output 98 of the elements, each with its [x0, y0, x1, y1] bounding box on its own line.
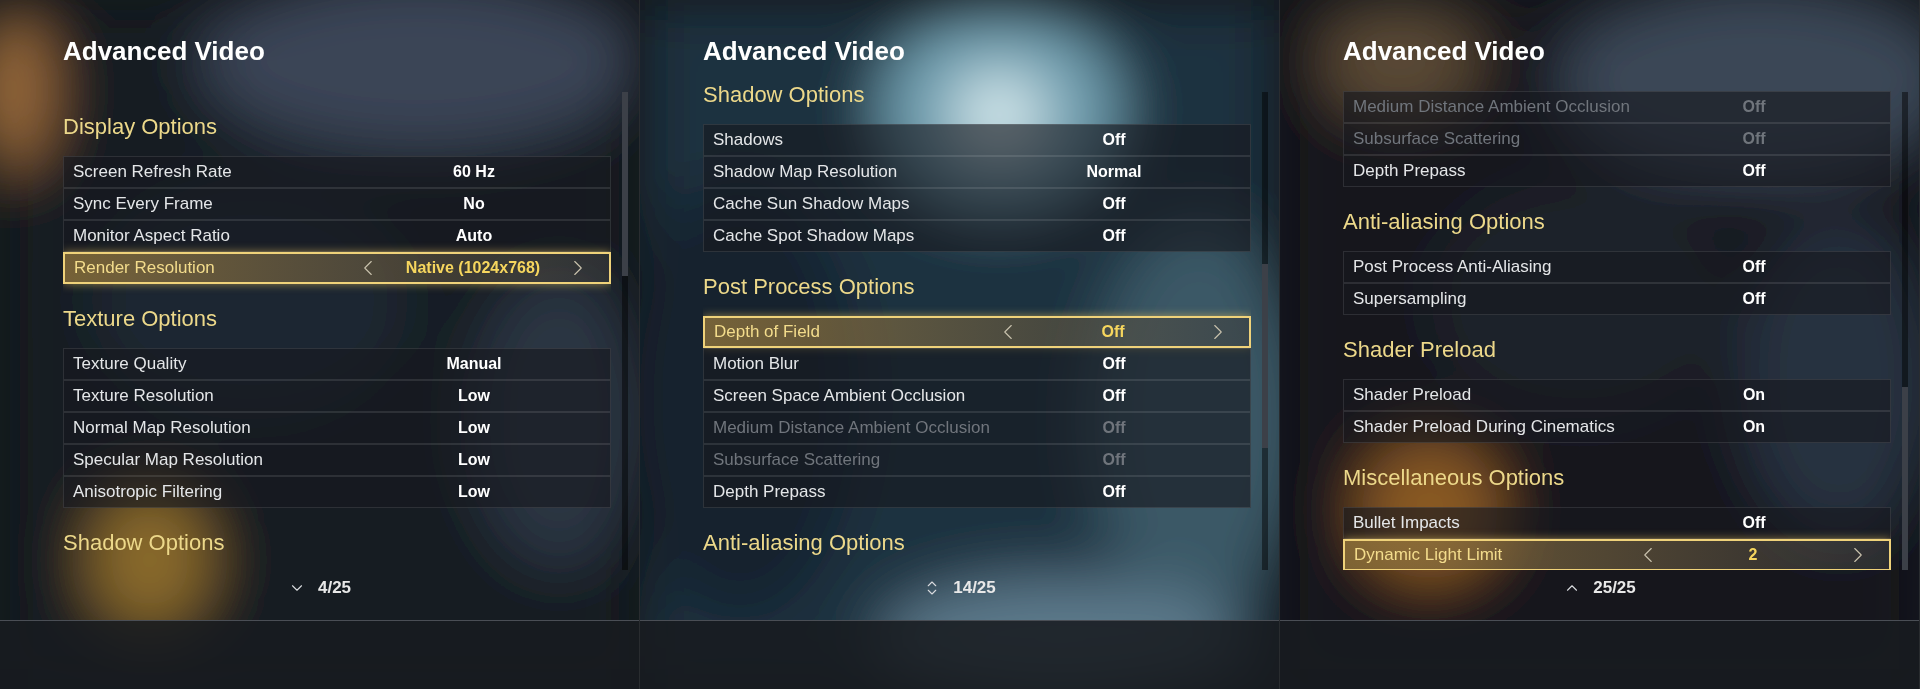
section-header: Shadow Options: [63, 530, 225, 555]
setting-value: 2: [1748, 545, 1758, 565]
section-header: Anti-aliasing Options: [1343, 209, 1545, 234]
setting-value: No: [463, 194, 485, 214]
setting-row[interactable]: Depth Prepass Off: [1343, 155, 1891, 187]
setting-value: Off: [1742, 289, 1766, 309]
setting-label: Anisotropic Filtering: [72, 481, 224, 504]
setting-value: Off: [1102, 130, 1126, 150]
setting-value: On: [1742, 385, 1766, 405]
setting-row[interactable]: Shader Preload On: [1343, 379, 1891, 411]
setting-label: Monitor Aspect Ratio: [72, 225, 231, 248]
scrollbar-thumb[interactable]: [1262, 264, 1268, 448]
setting-value: Off: [1101, 322, 1125, 342]
setting-value: Off: [1102, 450, 1126, 470]
setting-value: Native (1024x768): [405, 258, 541, 278]
setting-row[interactable]: Dynamic Light Limit 2: [1343, 539, 1891, 570]
setting-value: Off: [1102, 354, 1126, 374]
setting-row[interactable]: Normal Map Resolution Low: [63, 412, 611, 444]
setting-label: Normal Map Resolution: [72, 417, 252, 440]
section-header: Texture Options: [63, 306, 218, 331]
setting-row[interactable]: Screen Space Ambient Occlusion Off: [703, 380, 1251, 412]
page-title: Advanced Video: [1343, 36, 1545, 66]
setting-value: Off: [1102, 418, 1126, 438]
section-header: Anti-aliasing Options: [703, 530, 905, 555]
setting-label: Texture Quality: [72, 353, 188, 376]
setting-value: Off: [1742, 97, 1766, 117]
setting-label: Shadows: [712, 129, 784, 152]
setting-label: Screen Refresh Rate: [72, 161, 233, 184]
setting-label: Medium Distance Ambient Occlusion: [712, 417, 991, 440]
section-header: Display Options: [63, 114, 218, 139]
section-header: Shader Preload: [1343, 337, 1496, 362]
setting-row[interactable]: Post Process Anti-Aliasing Off: [1343, 251, 1891, 283]
setting-row[interactable]: Anisotropic Filtering Low: [63, 476, 611, 508]
page-counter: 14/25: [953, 577, 996, 600]
setting-row[interactable]: Cache Spot Shadow Maps Off: [703, 220, 1251, 252]
page-counter: 25/25: [1593, 577, 1636, 600]
setting-label: Shader Preload: [1352, 384, 1473, 407]
setting-label: Cache Sun Shadow Maps: [712, 193, 911, 216]
page-counter: 4/25: [317, 577, 352, 600]
section-header: Shadow Options: [703, 82, 865, 107]
setting-label: Post Process Anti-Aliasing: [1352, 256, 1553, 279]
setting-value: Low: [458, 482, 490, 502]
setting-label: Screen Space Ambient Occlusion: [712, 385, 967, 408]
setting-value: Normal: [1086, 162, 1142, 182]
setting-label: Cache Spot Shadow Maps: [712, 225, 916, 248]
setting-label: Subsurface Scattering: [1352, 128, 1522, 151]
setting-value: On: [1742, 417, 1766, 437]
setting-value: Off: [1102, 194, 1126, 214]
scrollbar-thumb[interactable]: [622, 92, 628, 276]
setting-row[interactable]: Specular Map Resolution Low: [63, 444, 611, 476]
setting-label: Texture Resolution: [72, 385, 215, 408]
setting-value: Low: [458, 450, 490, 470]
section-header: Miscellaneous Options: [1343, 465, 1565, 490]
section-header: Post Process Options: [703, 274, 915, 299]
setting-label: Shader Preload During Cinematics: [1352, 416, 1616, 439]
setting-label: Shadow Map Resolution: [712, 161, 899, 184]
setting-value: Off: [1102, 226, 1126, 246]
setting-label: Supersampling: [1352, 288, 1468, 311]
setting-label: Depth Prepass: [1352, 160, 1467, 183]
setting-label: Depth Prepass: [712, 481, 827, 504]
setting-value: 60 Hz: [453, 162, 495, 182]
setting-value: Auto: [455, 226, 493, 246]
setting-row[interactable]: Shader Preload During Cinematics On: [1343, 411, 1891, 443]
setting-row[interactable]: Shadow Map Resolution Normal: [703, 156, 1251, 188]
setting-value: Off: [1742, 129, 1766, 149]
setting-label: Specular Map Resolution: [72, 449, 264, 472]
setting-row[interactable]: Texture Resolution Low: [63, 380, 611, 412]
setting-value: Off: [1102, 482, 1126, 502]
setting-row[interactable]: Cache Sun Shadow Maps Off: [703, 188, 1251, 220]
setting-row[interactable]: Screen Refresh Rate 60 Hz: [63, 156, 611, 188]
setting-row[interactable]: Shadows Off: [703, 124, 1251, 156]
setting-row[interactable]: Supersampling Off: [1343, 283, 1891, 315]
setting-row[interactable]: Render Resolution Native (1024x768): [63, 252, 611, 284]
setting-label: Subsurface Scattering: [712, 449, 882, 472]
setting-row[interactable]: Sync Every Frame No: [63, 188, 611, 220]
setting-value: Low: [458, 386, 490, 406]
setting-label: Dynamic Light Limit: [1353, 544, 1504, 567]
setting-value: Off: [1742, 513, 1766, 533]
setting-row[interactable]: Texture Quality Manual: [63, 348, 611, 380]
setting-label: Bullet Impacts: [1352, 512, 1461, 535]
page-title: Advanced Video: [63, 36, 265, 66]
setting-row[interactable]: Bullet Impacts Off: [1343, 507, 1891, 539]
setting-value: Off: [1742, 257, 1766, 277]
setting-label: Motion Blur: [712, 353, 800, 376]
setting-row[interactable]: Depth of Field Off: [703, 316, 1251, 348]
setting-row[interactable]: Depth Prepass Off: [703, 476, 1251, 508]
setting-label: Render Resolution: [73, 257, 216, 280]
setting-label: Sync Every Frame: [72, 193, 214, 216]
scrollbar-thumb[interactable]: [1902, 387, 1908, 570]
setting-value: Manual: [446, 354, 502, 374]
setting-row[interactable]: Monitor Aspect Ratio Auto: [63, 220, 611, 252]
setting-value: Off: [1102, 386, 1126, 406]
setting-row[interactable]: Motion Blur Off: [703, 348, 1251, 380]
setting-label: Depth of Field: [713, 321, 821, 344]
page-title: Advanced Video: [703, 36, 905, 66]
setting-value: Low: [458, 418, 490, 438]
setting-label: Medium Distance Ambient Occlusion: [1352, 96, 1631, 119]
setting-value: Off: [1742, 161, 1766, 181]
